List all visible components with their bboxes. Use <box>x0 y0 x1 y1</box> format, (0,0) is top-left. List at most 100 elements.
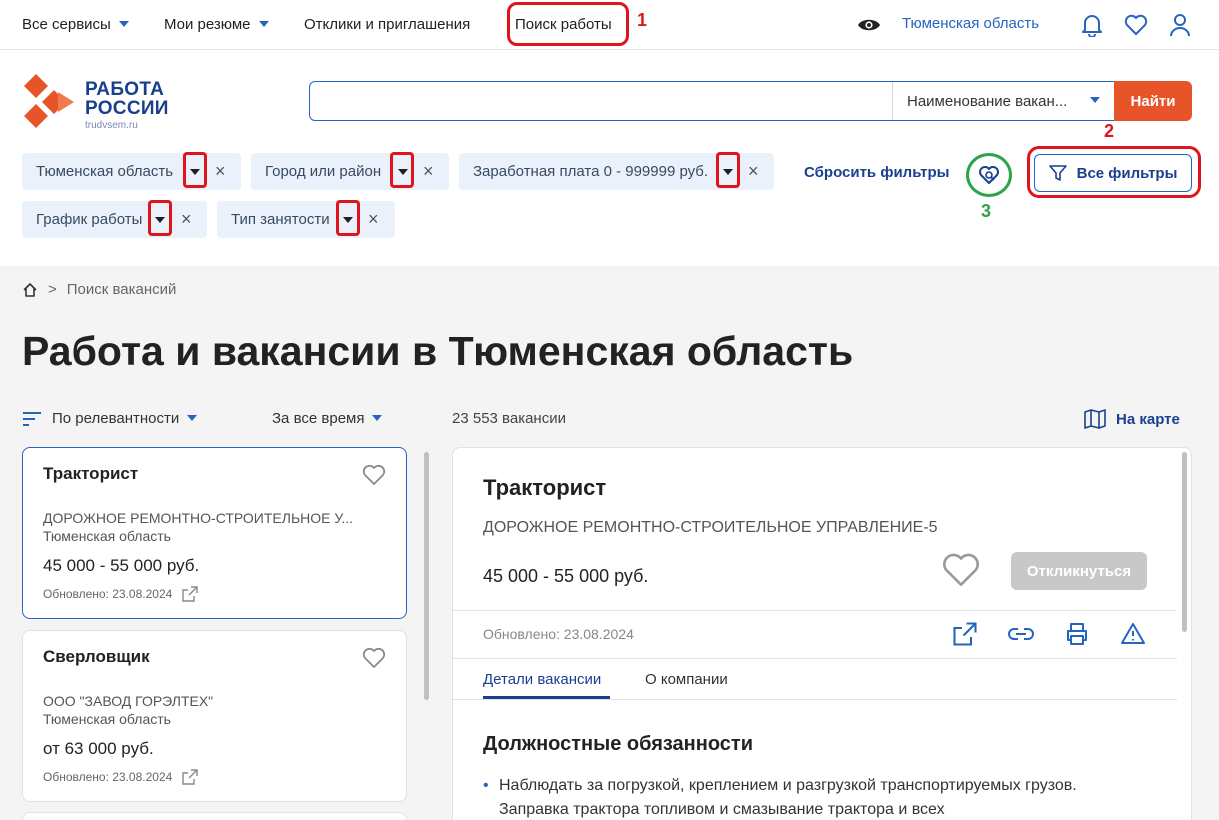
vacancy-detail-salary: 45 000 - 55 000 руб. <box>483 566 649 586</box>
region-link[interactable]: Тюменская область <box>902 15 1039 32</box>
chevron-down-icon <box>258 21 269 28</box>
external-link-icon[interactable] <box>182 769 199 785</box>
filter-chip-label: Тюменская область <box>36 163 174 180</box>
vacancy-card-salary: 45 000 - 55 000 руб. <box>43 556 200 575</box>
annotation-highlight-2 <box>1027 146 1201 198</box>
logo-line-1: РАБОТА <box>85 79 165 100</box>
filter-chip-label: Заработная плата 0 - 999999 руб. <box>473 163 709 180</box>
nav-my-resumes-label: Мои резюме <box>164 16 251 33</box>
annotation-highlight-3 <box>966 153 1012 197</box>
annotation-number-1: 1 <box>637 10 648 30</box>
annotation-highlight-dropdown <box>390 152 414 188</box>
heart-icon[interactable] <box>362 647 386 674</box>
sort-icon <box>23 411 41 426</box>
chevron-down-icon <box>118 21 129 28</box>
top-navigation: Все сервисы Мои резюме Отклики и приглаш… <box>0 0 1219 50</box>
list-scrollbar[interactable] <box>424 452 429 700</box>
search-input[interactable] <box>318 86 878 116</box>
close-icon[interactable]: × <box>181 209 192 230</box>
external-link-icon[interactable] <box>953 622 977 651</box>
map-icon <box>1084 409 1106 429</box>
close-icon[interactable]: × <box>368 209 379 230</box>
saved-search-icon[interactable] <box>977 163 1001 187</box>
search-type-value: Наименование вакан... <box>907 93 1068 110</box>
divider <box>453 610 1177 611</box>
vacancy-card-salary: от 63 000 руб. <box>43 739 154 758</box>
filter-chip-employment[interactable]: Тип занятости × <box>217 201 395 238</box>
annotation-highlight-dropdown <box>148 200 172 236</box>
detail-scrollbar[interactable] <box>1182 452 1187 632</box>
nav-my-resumes[interactable]: Мои резюме <box>164 16 269 33</box>
logo-text: РАБОТА РОССИИ <box>85 80 169 118</box>
search-type-select[interactable]: Наименование вакан... <box>892 82 1114 120</box>
vacancy-card-region: Тюменская область <box>43 528 171 544</box>
reset-filters-link[interactable]: Сбросить фильтры <box>804 164 949 181</box>
page-title: Работа и вакансии в Тюменская область <box>22 328 854 374</box>
annotation-highlight-dropdown <box>336 200 360 236</box>
breadcrumb: > Поиск вакансий <box>22 281 176 298</box>
vacancy-card-updated: Обновлено: 23.08.2024 <box>43 769 199 785</box>
external-link-icon[interactable] <box>182 586 199 602</box>
annotation-number-2: 2 <box>1104 121 1115 141</box>
vacancy-card-updated: Обновлено: 23.08.2024 <box>43 586 199 602</box>
close-icon[interactable]: × <box>748 161 759 182</box>
vacancy-card-title: Тракторист <box>43 464 139 483</box>
vacancy-card-title: Сверловщик <box>43 647 150 666</box>
vacancy-card-updated-text: Обновлено: 23.08.2024 <box>43 587 173 601</box>
vacancy-card[interactable]: Сверловщик ООО "ЗАВОД ГОРЭЛТЕХ" Тюменска… <box>22 630 407 802</box>
sort-relevance-dropdown[interactable]: По релевантности <box>22 410 198 427</box>
filter-chip-region[interactable]: Тюменская область × <box>22 153 241 190</box>
search-button[interactable]: Найти <box>1114 81 1192 121</box>
period-label: За все время <box>272 410 365 427</box>
print-icon[interactable] <box>1065 622 1089 651</box>
vacancy-card[interactable] <box>22 812 407 820</box>
close-icon[interactable]: × <box>215 161 226 182</box>
vacancy-card-region: Тюменская область <box>43 711 171 727</box>
close-icon[interactable]: × <box>423 161 434 182</box>
filter-chip-label: Город или район <box>265 163 382 180</box>
sort-relevance-label: По релевантности <box>52 410 180 427</box>
chevron-down-icon <box>187 414 198 421</box>
logo-line-2: РОССИИ <box>85 98 169 119</box>
vacancy-detail-title: Тракторист <box>483 475 607 500</box>
header: РАБОТА РОССИИ trudvsem.ru Наименование ва… <box>0 50 1219 266</box>
nav-all-services-label: Все сервисы <box>22 16 111 33</box>
home-icon[interactable] <box>22 282 38 298</box>
annotation-number-3: 3 <box>981 201 992 221</box>
annotation-highlight-dropdown <box>716 152 740 188</box>
heart-icon[interactable] <box>1123 12 1149 38</box>
vacancy-detail-updated: Обновлено: 23.08.2024 <box>483 626 634 642</box>
nav-responses[interactable]: Отклики и приглашения <box>304 16 470 33</box>
user-icon[interactable] <box>1168 12 1192 38</box>
heart-icon[interactable] <box>362 464 386 491</box>
breadcrumb-separator: > <box>48 281 57 298</box>
filter-chip-label: График работы <box>36 211 143 228</box>
bell-icon[interactable] <box>1080 12 1104 38</box>
filter-chip-schedule[interactable]: График работы × <box>22 201 207 238</box>
heart-icon[interactable] <box>941 552 981 593</box>
logo[interactable]: РАБОТА РОССИИ trudvsem.ru <box>22 72 172 131</box>
link-icon[interactable] <box>1008 626 1034 647</box>
search-box: Наименование вакан... <box>309 81 1115 121</box>
chevron-down-icon <box>372 414 383 421</box>
filter-chip-label: Тип занятости <box>231 211 330 228</box>
vacancy-count: 23 553 вакансии <box>452 410 566 427</box>
apply-button[interactable]: Откликнуться <box>1011 552 1147 590</box>
vacancy-detail-org: ДОРОЖНОЕ РЕМОНТНО-СТРОИТЕЛЬНОЕ УПРАВЛЕНИ… <box>483 519 938 536</box>
breadcrumb-current: Поиск вакансий <box>66 281 177 298</box>
logo-mark-icon <box>24 74 74 128</box>
eye-icon[interactable] <box>857 14 881 36</box>
vacancy-card[interactable]: Тракторист ДОРОЖНОЕ РЕМОНТНО-СТРОИТЕЛЬНО… <box>22 447 407 619</box>
nav-all-services[interactable]: Все сервисы <box>22 16 129 33</box>
period-dropdown[interactable]: За все время <box>272 410 383 427</box>
filter-chip-city[interactable]: Город или район × <box>251 153 449 190</box>
warning-icon[interactable] <box>1121 622 1145 651</box>
tab-about-company[interactable]: О компании <box>645 671 728 688</box>
vacancy-card-org: ДОРОЖНОЕ РЕМОНТНО-СТРОИТЕЛЬНОЕ У... <box>43 510 354 526</box>
divider <box>453 699 1177 700</box>
logo-site: trudvsem.ru <box>85 120 138 131</box>
annotation-highlight-dropdown <box>183 152 207 188</box>
map-link[interactable]: На карте <box>1084 409 1180 429</box>
divider <box>453 658 1177 659</box>
tab-vacancy-details[interactable]: Детали вакансии <box>483 671 601 688</box>
